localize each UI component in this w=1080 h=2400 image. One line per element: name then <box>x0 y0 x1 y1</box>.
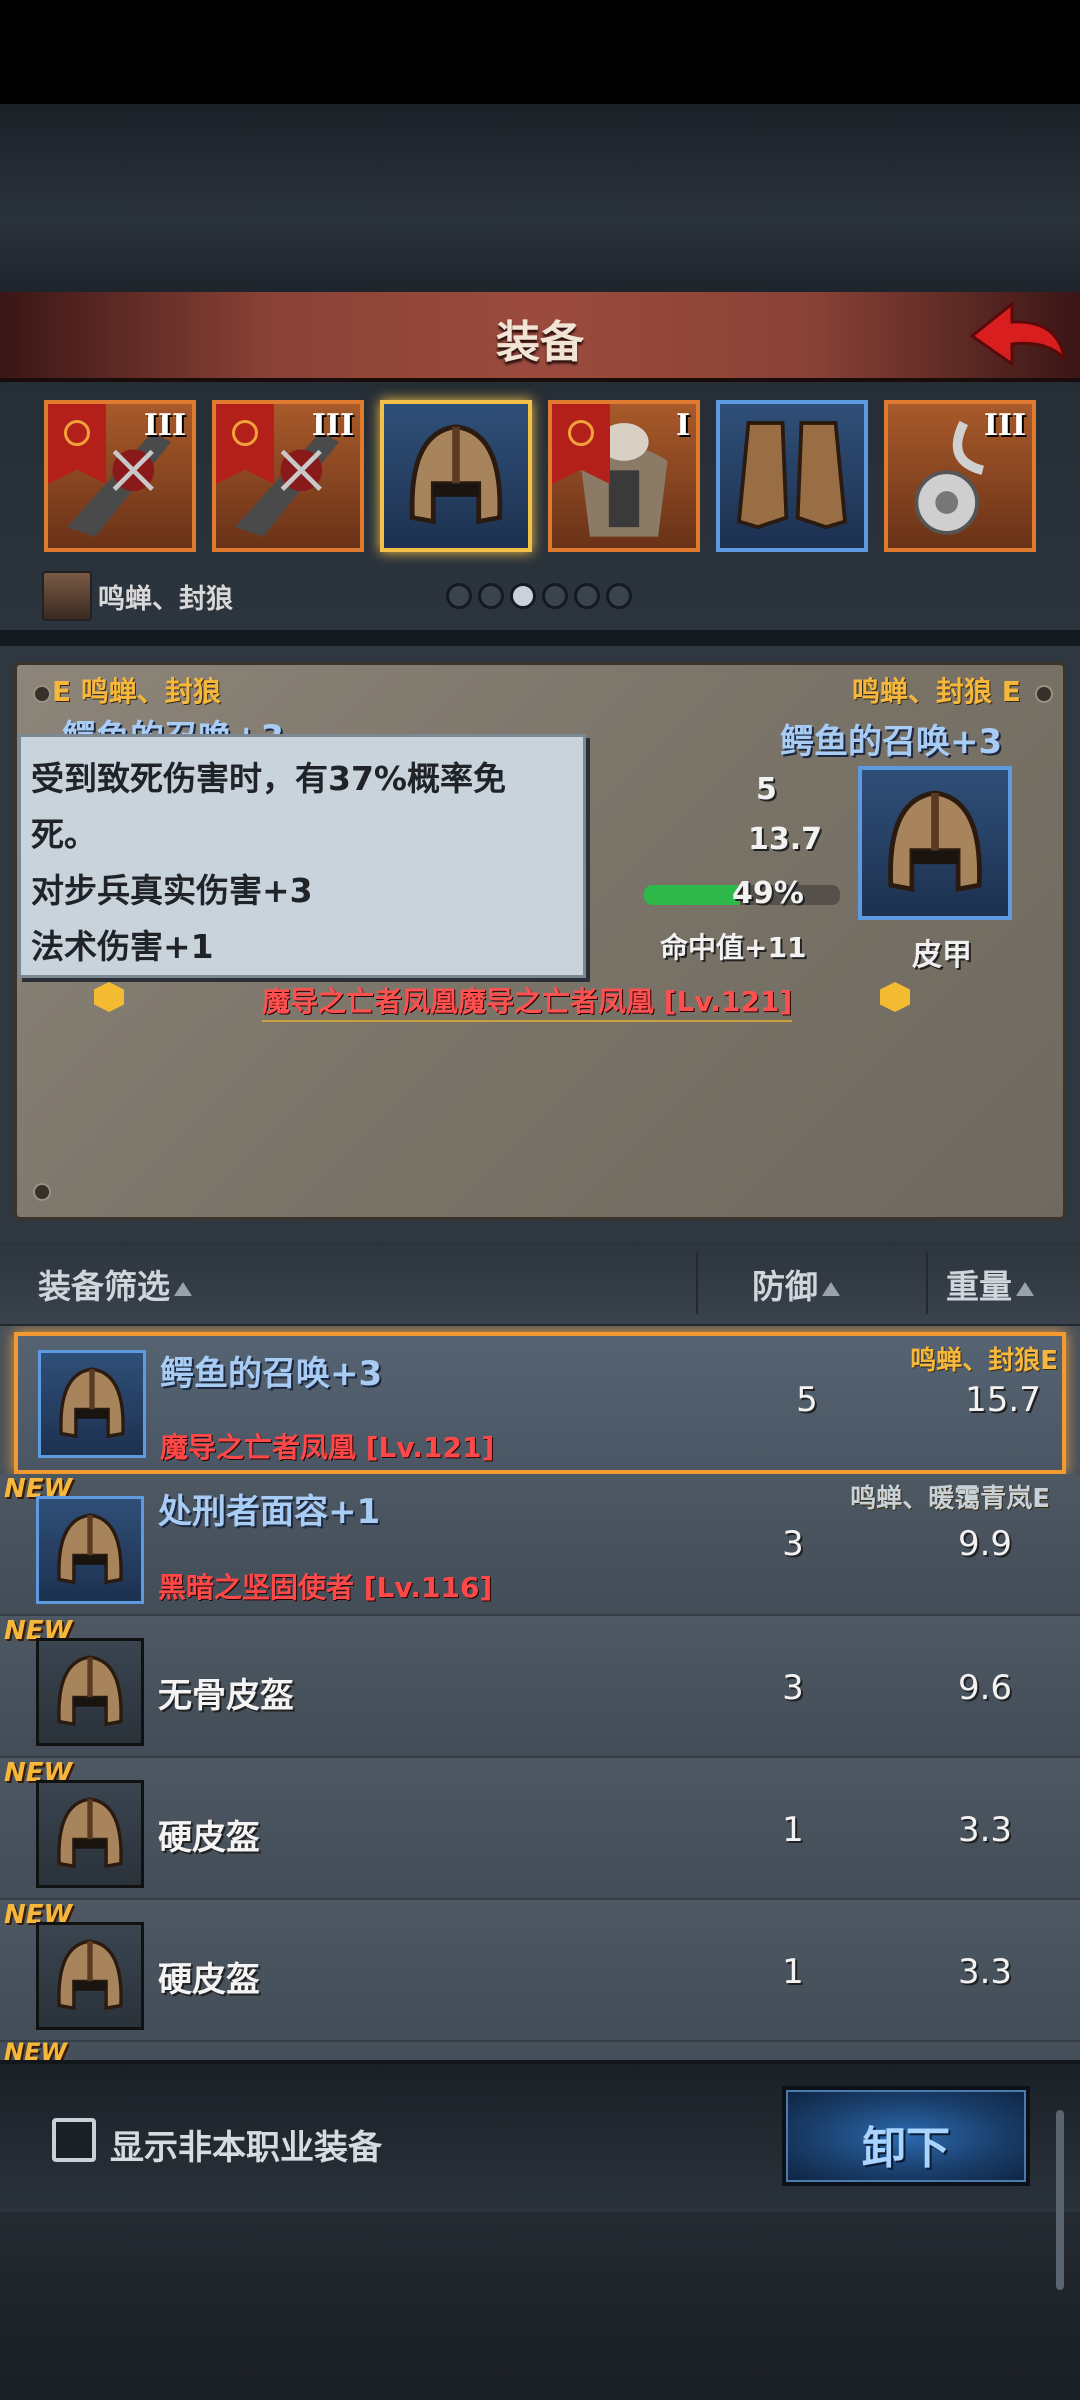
filter-label: 装备筛选 <box>38 1267 170 1306</box>
checkbox-label[interactable]: 显示非本职业装备 <box>110 2120 382 2169</box>
sort-arrow-icon <box>1016 1281 1034 1296</box>
page-indicator[interactable] <box>446 583 632 609</box>
rivet <box>33 685 51 703</box>
leather-helmet-icon <box>36 1922 144 2030</box>
rivet <box>33 1183 51 1201</box>
list-item[interactable]: NEW 硬皮盔 1 3.3 <box>0 1900 1080 2042</box>
back-arrow-icon[interactable] <box>968 298 1068 374</box>
sort-arrow-icon <box>174 1281 192 1296</box>
slot-amulet[interactable]: III <box>884 400 1036 552</box>
item-name: 硬皮盔 <box>158 1960 260 2000</box>
tooltip-line: 法术伤害+1 <box>31 927 214 966</box>
avatar <box>42 571 92 621</box>
stat-defense: 5 <box>756 772 777 807</box>
item-defense: 3 <box>782 1668 804 1708</box>
slot-weapon-2[interactable]: III <box>212 400 364 552</box>
list-item[interactable]: NEW 处刑者面容+1 黑暗之坚固使者 [Lv.116] 鸣蝉、暖霭青岚E 3 … <box>0 1474 1080 1616</box>
status-bar-area <box>0 0 1080 104</box>
weight-label: 重量 <box>946 1267 1012 1306</box>
slot-weapon-1[interactable]: III <box>44 400 196 552</box>
item-name: 硬皮盔 <box>158 1818 260 1858</box>
leather-helmet-icon <box>36 1496 144 1604</box>
divider <box>0 630 1080 646</box>
slot-level: III <box>311 408 354 443</box>
unequip-button[interactable]: 卸下 <box>782 2086 1030 2186</box>
list-item[interactable]: 鳄鱼的召唤+3 魔导之亡者凤凰 [Lv.121] 鸣蝉、封狼E 5 15.7 <box>14 1332 1066 1474</box>
item-defense: 5 <box>796 1380 818 1420</box>
defense-sort[interactable]: 防御 <box>752 1260 840 1308</box>
new-badge-partial: NEW <box>4 2038 67 2060</box>
equipment-list[interactable]: 鳄鱼的召唤+3 魔导之亡者凤凰 [Lv.121] 鸣蝉、封狼E 5 15.7 N… <box>0 1326 1080 2060</box>
slot-level: III <box>983 408 1026 443</box>
item-name: 鳄鱼的召唤+3 <box>160 1354 383 1394</box>
stat-weight: 13.7 <box>748 822 823 857</box>
page-dot[interactable] <box>446 583 472 609</box>
current-owner: 鸣蝉、封狼 <box>42 570 233 622</box>
item-set: 魔导之亡者凤凰 [Lv.121] <box>160 1431 495 1464</box>
leather-helmet-icon <box>38 1350 146 1458</box>
stat-hit: 命中值+11 <box>660 931 807 964</box>
slot-level: III <box>143 408 186 443</box>
slot-helmet[interactable] <box>380 400 532 552</box>
weight-sort[interactable]: 重量 <box>946 1260 1034 1308</box>
background-bottom <box>0 2212 1080 2400</box>
tooltip-panel: 受到致死伤害时，有37%概率免 死。 对步兵真实伤害+3 法术伤害+1 <box>18 734 586 978</box>
leather-helmet-icon <box>36 1780 144 1888</box>
leather-helmet-icon <box>409 424 503 525</box>
footer-bar: 显示非本职业装备 卸下 <box>0 2060 1080 2212</box>
background-top <box>0 104 1080 294</box>
page-dot[interactable] <box>574 583 600 609</box>
item-weight: 15.7 <box>965 1380 1041 1420</box>
item-owner: 鸣蝉、封狼E <box>910 1346 1058 1376</box>
page-dot[interactable] <box>606 583 632 609</box>
slot-armor[interactable]: I <box>548 400 700 552</box>
sort-arrow-icon <box>822 1281 840 1296</box>
leather-helmet-icon <box>36 1638 144 1746</box>
item-defense: 3 <box>782 1524 804 1564</box>
item-defense: 1 <box>782 1810 804 1850</box>
right-owner: 鸣蝉、封狼 E <box>852 675 1021 708</box>
right-item-name: 鳄鱼的召唤+3 <box>780 722 1003 762</box>
item-name: 无骨皮盔 <box>158 1676 294 1716</box>
unequip-label: 卸下 <box>862 2123 950 2174</box>
owner-name: 鸣蝉、封狼 <box>98 583 233 615</box>
item-weight: 3.3 <box>957 1952 1013 1992</box>
item-set: 黑暗之坚固使者 [Lv.116] <box>158 1571 493 1604</box>
slot-level: I <box>675 408 690 443</box>
armor-type: 皮甲 <box>912 938 972 973</box>
item-weight: 9.9 <box>957 1524 1013 1564</box>
page-dot-active[interactable] <box>510 583 536 609</box>
stat-percent: 49% <box>732 876 804 911</box>
title-bar: 装备 <box>0 292 1080 382</box>
item-defense: 1 <box>782 1952 804 1992</box>
compare-item-icon <box>858 766 1012 920</box>
list-item[interactable]: NEW 硬皮盔 1 3.3 <box>0 1758 1080 1900</box>
slot-boots[interactable] <box>716 400 868 552</box>
list-header: 装备筛选 防御 重量 <box>0 1242 1080 1326</box>
set-name: 魔导之亡者凤凰魔导之亡者凤凰 [Lv.121] <box>262 980 793 1022</box>
filter-sort[interactable]: 装备筛选 <box>38 1260 192 1308</box>
durability-fill <box>644 885 741 905</box>
scrollbar[interactable] <box>1056 2110 1064 2290</box>
leather-helmet-icon <box>888 790 982 892</box>
leather-boots-icon <box>736 421 848 530</box>
page-dot[interactable] <box>542 583 568 609</box>
list-item[interactable]: NEW 无骨皮盔 3 9.6 <box>0 1616 1080 1758</box>
header-separator <box>696 1252 698 1314</box>
tooltip-line: 死。 <box>31 815 97 854</box>
item-weight: 3.3 <box>957 1810 1013 1850</box>
left-owner: E 鸣蝉、封狼 <box>52 675 221 708</box>
tooltip-line: 对步兵真实伤害+3 <box>31 871 313 910</box>
item-weight: 9.6 <box>957 1668 1013 1708</box>
show-other-class-checkbox[interactable] <box>52 2118 96 2162</box>
page-title: 装备 <box>496 317 584 368</box>
header-separator <box>926 1252 928 1314</box>
defense-label: 防御 <box>752 1267 818 1306</box>
rivet <box>1035 685 1053 703</box>
item-owner: 鸣蝉、暖霭青岚E <box>850 1484 1050 1514</box>
page-dot[interactable] <box>478 583 504 609</box>
tooltip-line: 受到致死伤害时，有37%概率免 <box>31 759 506 798</box>
item-name: 处刑者面容+1 <box>158 1492 381 1532</box>
